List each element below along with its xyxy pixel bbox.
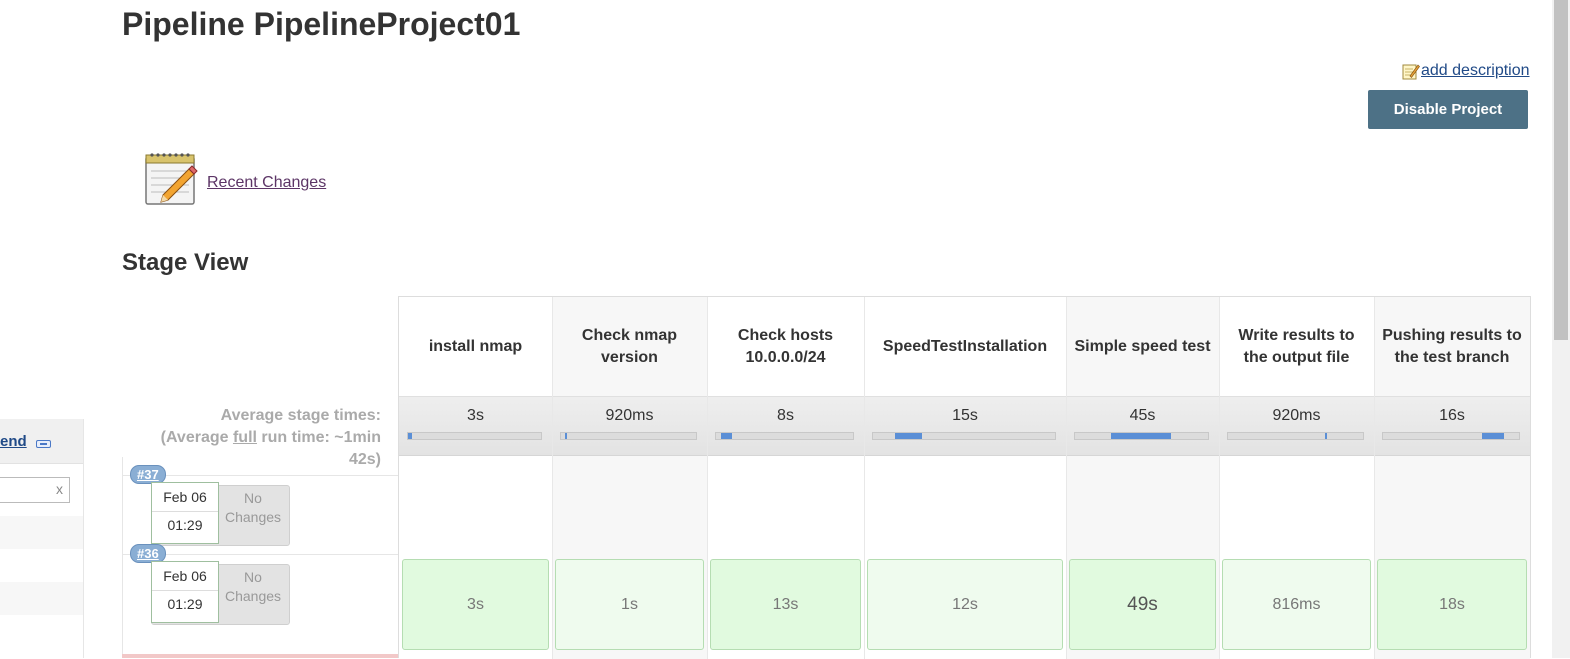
next-run-row-edge bbox=[122, 654, 398, 658]
stage-average: 15s bbox=[864, 396, 1066, 456]
build-history-header: end bbox=[0, 419, 83, 464]
run-time: 01:29 bbox=[167, 517, 203, 533]
stage-cell[interactable]: 49s bbox=[1069, 559, 1216, 650]
run-date: Feb 06 bbox=[163, 568, 207, 584]
stage-average-time: 15s bbox=[952, 407, 978, 424]
stage-duration-bar bbox=[1074, 432, 1209, 440]
vertical-scrollbar[interactable] bbox=[1552, 0, 1570, 658]
stage-header: Pushing results to the test branch bbox=[1374, 297, 1530, 396]
stage-average-time: 3s bbox=[467, 407, 484, 424]
stage-average: 920ms bbox=[552, 396, 707, 456]
stage-column: SpeedTestInstallation 15s 12s bbox=[864, 297, 1066, 659]
stage-average: 45s bbox=[1066, 396, 1219, 456]
avg-label-full: full bbox=[232, 429, 257, 446]
stage-cell[interactable]: 18s bbox=[1377, 559, 1527, 650]
stage-average-time: 16s bbox=[1439, 407, 1465, 424]
stage-average: 3s bbox=[399, 396, 552, 456]
stage-header: Check nmap version bbox=[552, 297, 707, 396]
stage-duration-fill bbox=[565, 433, 568, 439]
stage-duration-fill bbox=[1325, 433, 1328, 439]
stage-column: Write results to the output file 920ms 8… bbox=[1219, 297, 1374, 659]
stage-duration-bar bbox=[1227, 432, 1364, 440]
run-time: 01:29 bbox=[167, 596, 203, 612]
stage-view-table: install nmap 3s 3s Check nmap version 92… bbox=[398, 296, 1531, 659]
stage-view-title: Stage View bbox=[122, 249, 249, 276]
build-history-row[interactable] bbox=[0, 516, 83, 549]
stage-column: Check hosts 10.0.0.0/24 8s 13s bbox=[707, 297, 864, 659]
stage-header: Simple speed test bbox=[1066, 297, 1219, 396]
run-list: #37 No Changes Feb 06 01:29 #36 No Chang… bbox=[122, 457, 399, 658]
stage-duration-bar bbox=[407, 432, 542, 440]
edit-note-icon bbox=[1402, 64, 1420, 80]
stage-duration-fill bbox=[408, 433, 412, 439]
avg-label-line1: Average stage times: bbox=[220, 407, 381, 424]
run-date: Feb 06 bbox=[163, 489, 207, 505]
disable-project-button[interactable]: Disable Project bbox=[1368, 90, 1528, 129]
add-description-link[interactable]: add description bbox=[1402, 62, 1530, 80]
stage-column: Check nmap version 920ms 1s bbox=[552, 297, 707, 659]
stage-column: Simple speed test 45s 49s bbox=[1066, 297, 1219, 659]
stage-duration-bar bbox=[1382, 432, 1520, 440]
stage-average-time: 920ms bbox=[1272, 407, 1321, 424]
clear-filter-icon[interactable]: x bbox=[56, 481, 63, 497]
add-description-label: add description bbox=[1421, 62, 1530, 79]
build-filter-input[interactable]: x bbox=[0, 477, 70, 503]
stage-duration-bar bbox=[560, 432, 697, 440]
stage-average: 8s bbox=[707, 396, 864, 456]
run-row[interactable]: #36 No Changes Feb 06 01:29 bbox=[123, 544, 399, 652]
no-changes-text: No Changes bbox=[224, 490, 282, 525]
stage-average: 920ms bbox=[1219, 396, 1374, 456]
stage-cell[interactable]: 12s bbox=[867, 559, 1063, 650]
stage-cell[interactable]: 3s bbox=[402, 559, 549, 650]
stage-duration-fill bbox=[1482, 433, 1505, 439]
stage-column: install nmap 3s 3s bbox=[399, 297, 552, 659]
stage-cell[interactable]: 1s bbox=[555, 559, 704, 650]
stage-column: Pushing results to the test branch 16s 1… bbox=[1374, 297, 1530, 659]
stage-header: install nmap bbox=[428, 337, 523, 355]
stage-header: Check hosts 10.0.0.0/24 bbox=[737, 326, 834, 366]
notepad-icon bbox=[145, 153, 198, 205]
run-date-box: Feb 06 01:29 bbox=[151, 482, 219, 544]
stage-average-time: 8s bbox=[777, 407, 794, 424]
run-date-box: Feb 06 01:29 bbox=[151, 561, 219, 623]
stage-header: SpeedTestInstallation bbox=[882, 337, 1048, 355]
stage-header: Write results to the output file bbox=[1238, 326, 1355, 366]
recent-changes-link[interactable]: Recent Changes bbox=[207, 174, 326, 192]
collapse-icon[interactable] bbox=[36, 440, 51, 448]
avg-label-prefix: (Average bbox=[160, 429, 233, 446]
stage-cell[interactable]: 13s bbox=[710, 559, 861, 650]
stage-duration-fill bbox=[894, 433, 923, 439]
stage-duration-fill bbox=[1110, 433, 1171, 439]
recent-changes: Recent Changes bbox=[143, 151, 326, 207]
stage-duration-fill bbox=[721, 433, 733, 439]
stage-cell[interactable]: 816ms bbox=[1222, 559, 1371, 650]
stage-average: 16s bbox=[1374, 396, 1530, 456]
stage-average-time: 45s bbox=[1129, 407, 1156, 424]
build-history-row[interactable] bbox=[0, 582, 83, 615]
scrollbar-thumb[interactable] bbox=[1554, 0, 1568, 340]
page-title: Pipeline PipelineProject01 bbox=[122, 6, 521, 42]
build-history-sidebar: end x bbox=[0, 419, 84, 658]
no-changes-text: No Changes bbox=[224, 569, 282, 604]
stage-duration-bar bbox=[872, 432, 1056, 440]
stage-duration-bar bbox=[715, 432, 854, 440]
stage-average-time: 920ms bbox=[605, 407, 654, 424]
avg-label-suffix: run time: ~1min bbox=[256, 429, 381, 446]
trend-link[interactable]: end bbox=[0, 433, 27, 450]
